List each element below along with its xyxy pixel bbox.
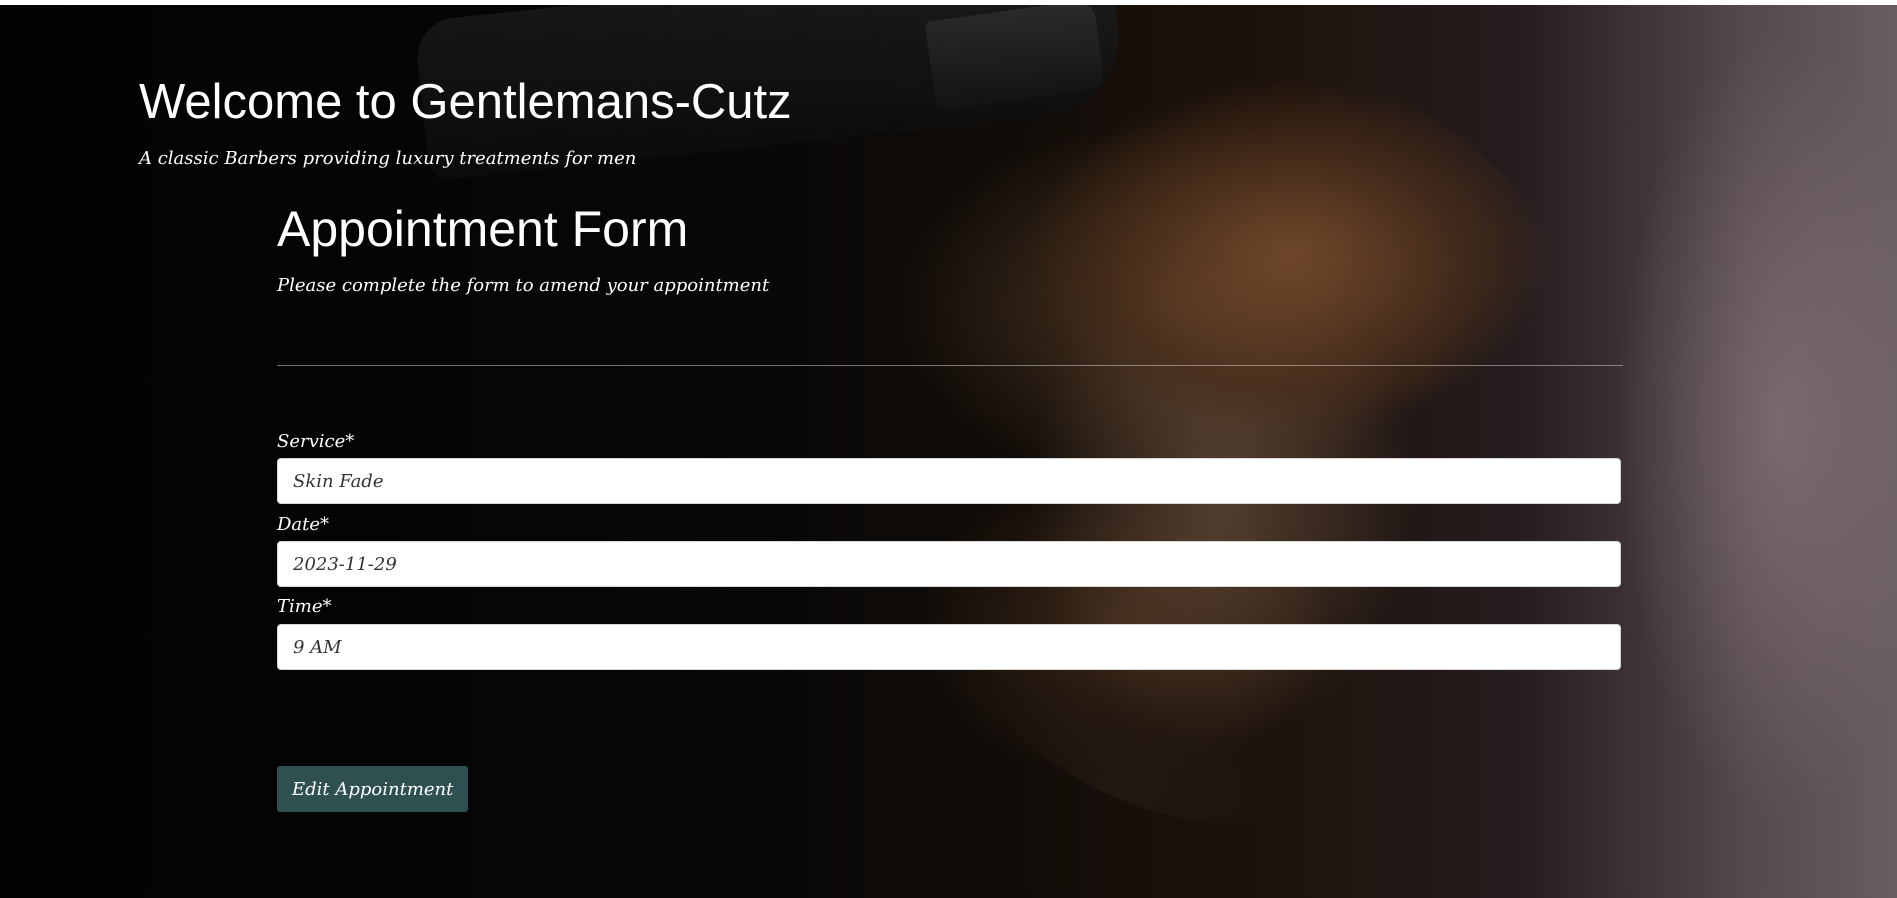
edit-appointment-button[interactable]: Edit Appointment	[277, 766, 469, 812]
form-divider	[277, 365, 1623, 366]
hero-background: Welcome to Gentlemans-Cutz A classic Bar…	[0, 5, 1897, 898]
service-input[interactable]	[277, 458, 1621, 504]
form-subtitle: Please complete the form to amend your a…	[277, 275, 770, 296]
form-title: Appointment Form	[277, 201, 689, 257]
time-label: Time*	[277, 596, 332, 617]
date-input[interactable]	[277, 541, 1621, 587]
site-title: Welcome to Gentlemans-Cutz	[139, 75, 792, 129]
time-input[interactable]	[277, 624, 1621, 670]
date-label: Date*	[277, 514, 330, 535]
service-label: Service*	[277, 431, 355, 452]
site-tagline: A classic Barbers providing luxury treat…	[139, 148, 637, 169]
